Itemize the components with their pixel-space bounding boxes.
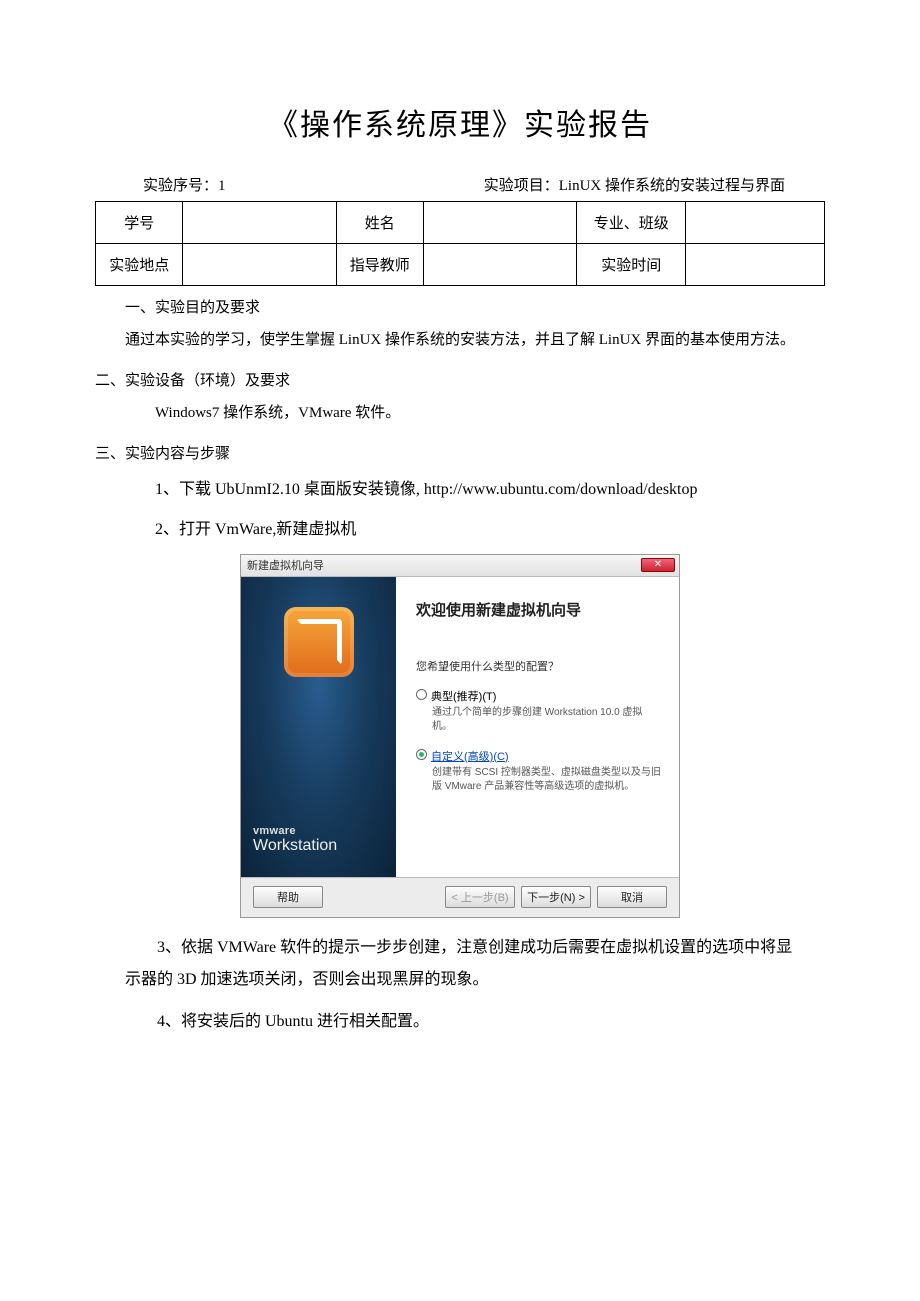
close-icon[interactable]: ✕ xyxy=(641,558,675,572)
wizard-titlebar: 新建虚拟机向导 ✕ xyxy=(241,555,679,577)
cell-name-value xyxy=(424,202,577,244)
cell-class-value xyxy=(686,202,825,244)
cell-student-id-label: 学号 xyxy=(96,202,183,244)
cell-location-label: 实验地点 xyxy=(96,244,183,286)
step-3: 3、依据 VMWare 软件的提示一步步创建，注意创建成功后需要在虚拟机设置的选… xyxy=(125,932,795,996)
cell-teacher-value xyxy=(424,244,577,286)
table-row: 实验地点 指导教师 实验时间 xyxy=(96,244,825,286)
cell-student-id-value xyxy=(183,202,336,244)
back-button[interactable]: < 上一步(B) xyxy=(445,886,515,908)
vmware-logo-icon xyxy=(284,607,354,677)
vmware-wizard-window: 新建虚拟机向导 ✕ vmware Workstation 欢迎使用新建虚拟机向导… xyxy=(240,554,680,918)
radio-custom-label: 自定义(高级)(C) xyxy=(431,748,509,764)
section1-heading: 一、实验目的及要求 xyxy=(125,296,795,322)
cell-class-label: 专业、班级 xyxy=(577,202,686,244)
cell-teacher-label: 指导教师 xyxy=(336,244,423,286)
cell-time-value xyxy=(686,244,825,286)
brand-vmware: vmware xyxy=(253,825,396,837)
radio-custom-desc: 创建带有 SCSI 控制器类型、虚拟磁盘类型以及与旧版 VMware 产品兼容性… xyxy=(432,766,661,794)
wizard-footer: 帮助 < 上一步(B) 下一步(N) > 取消 xyxy=(241,877,679,917)
info-table: 学号 姓名 专业、班级 实验地点 指导教师 实验时间 xyxy=(95,201,825,286)
step-1: 1、下载 UbUnmI2.10 桌面版安装镜像, http://www.ubun… xyxy=(155,474,795,506)
cell-time-label: 实验时间 xyxy=(577,244,686,286)
experiment-project: 实验项目：LinUX 操作系统的安装过程与界面 xyxy=(484,174,785,195)
brand-workstation: Workstation xyxy=(253,837,396,855)
wizard-question: 您希望使用什么类型的配置？ xyxy=(416,658,661,674)
help-button[interactable]: 帮助 xyxy=(253,886,323,908)
radio-typical[interactable]: 典型(推荐)(T) xyxy=(416,688,661,704)
wizard-content: 欢迎使用新建虚拟机向导 您希望使用什么类型的配置？ 典型(推荐)(T) 通过几个… xyxy=(396,577,679,877)
cell-location-value xyxy=(183,244,336,286)
step-2: 2、打开 VmWare,新建虚拟机 xyxy=(155,514,795,546)
step-4: 4、将安装后的 Ubuntu 进行相关配置。 xyxy=(125,1006,795,1038)
radio-custom[interactable]: 自定义(高级)(C) xyxy=(416,748,661,764)
table-row: 学号 姓名 专业、班级 xyxy=(96,202,825,244)
radio-typical-label: 典型(推荐)(T) xyxy=(431,688,496,704)
section2-heading: 二、实验设备（环境）及要求 xyxy=(95,369,825,395)
cancel-button[interactable]: 取消 xyxy=(597,886,667,908)
next-button[interactable]: 下一步(N) > xyxy=(521,886,591,908)
radio-icon xyxy=(416,749,427,760)
wizard-heading: 欢迎使用新建虚拟机向导 xyxy=(416,599,661,620)
cell-name-label: 姓名 xyxy=(336,202,423,244)
wizard-sidebar: vmware Workstation xyxy=(241,577,396,877)
experiment-seq: 实验序号：1 xyxy=(135,174,226,195)
section2-text: Windows7 操作系统，VMware 软件。 xyxy=(155,401,825,427)
experiment-meta-line: 实验序号：1 实验项目：LinUX 操作系统的安装过程与界面 xyxy=(135,174,785,195)
section3-heading: 三、实验内容与步骤 xyxy=(95,442,825,468)
section1-text: 通过本实验的学习，使学生掌握 LinUX 操作系统的安装方法，并且了解 LinU… xyxy=(125,328,795,354)
page-title: 《操作系统原理》实验报告 xyxy=(95,100,825,144)
radio-typical-desc: 通过几个简单的步骤创建 Workstation 10.0 虚拟机。 xyxy=(432,706,661,734)
wizard-window-title: 新建虚拟机向导 xyxy=(247,557,324,573)
radio-icon xyxy=(416,689,427,700)
